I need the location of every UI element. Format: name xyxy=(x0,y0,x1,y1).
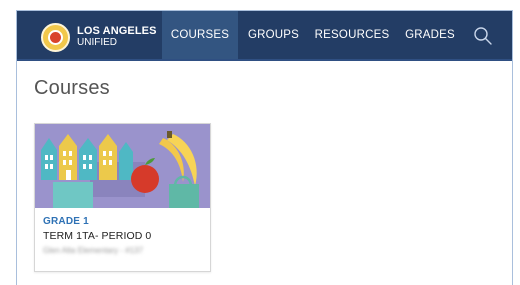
app-frame: LOS ANGELES UNIFIED COURSES GROUPS RESOU… xyxy=(16,10,513,285)
logo-text-line1: LOS ANGELES xyxy=(77,25,157,37)
nav-tab-courses[interactable]: COURSES xyxy=(162,11,238,59)
search-icon[interactable] xyxy=(472,25,494,47)
page-title: Courses xyxy=(34,77,110,99)
course-school-name: Glen Alta Elementary - #137 xyxy=(43,246,144,255)
course-card-illustration xyxy=(35,124,210,208)
course-grade-label[interactable]: GRADE 1 xyxy=(43,216,208,227)
nav-tab-groups[interactable]: GROUPS xyxy=(241,11,306,59)
district-seal-icon xyxy=(41,22,70,52)
nav-tab-resources[interactable]: RESOURCES xyxy=(309,11,395,59)
top-navbar: LOS ANGELES UNIFIED COURSES GROUPS RESOU… xyxy=(17,11,512,61)
course-name[interactable]: TERM 1TA- PERIOD 0 xyxy=(43,230,208,242)
nav-tab-grades[interactable]: GRADES xyxy=(398,11,462,59)
course-card[interactable]: GRADE 1 TERM 1TA- PERIOD 0 Glen Alta Ele… xyxy=(34,123,211,272)
logo-text-line2: UNIFIED xyxy=(77,37,117,48)
district-logo[interactable]: LOS ANGELES UNIFIED xyxy=(41,22,157,52)
